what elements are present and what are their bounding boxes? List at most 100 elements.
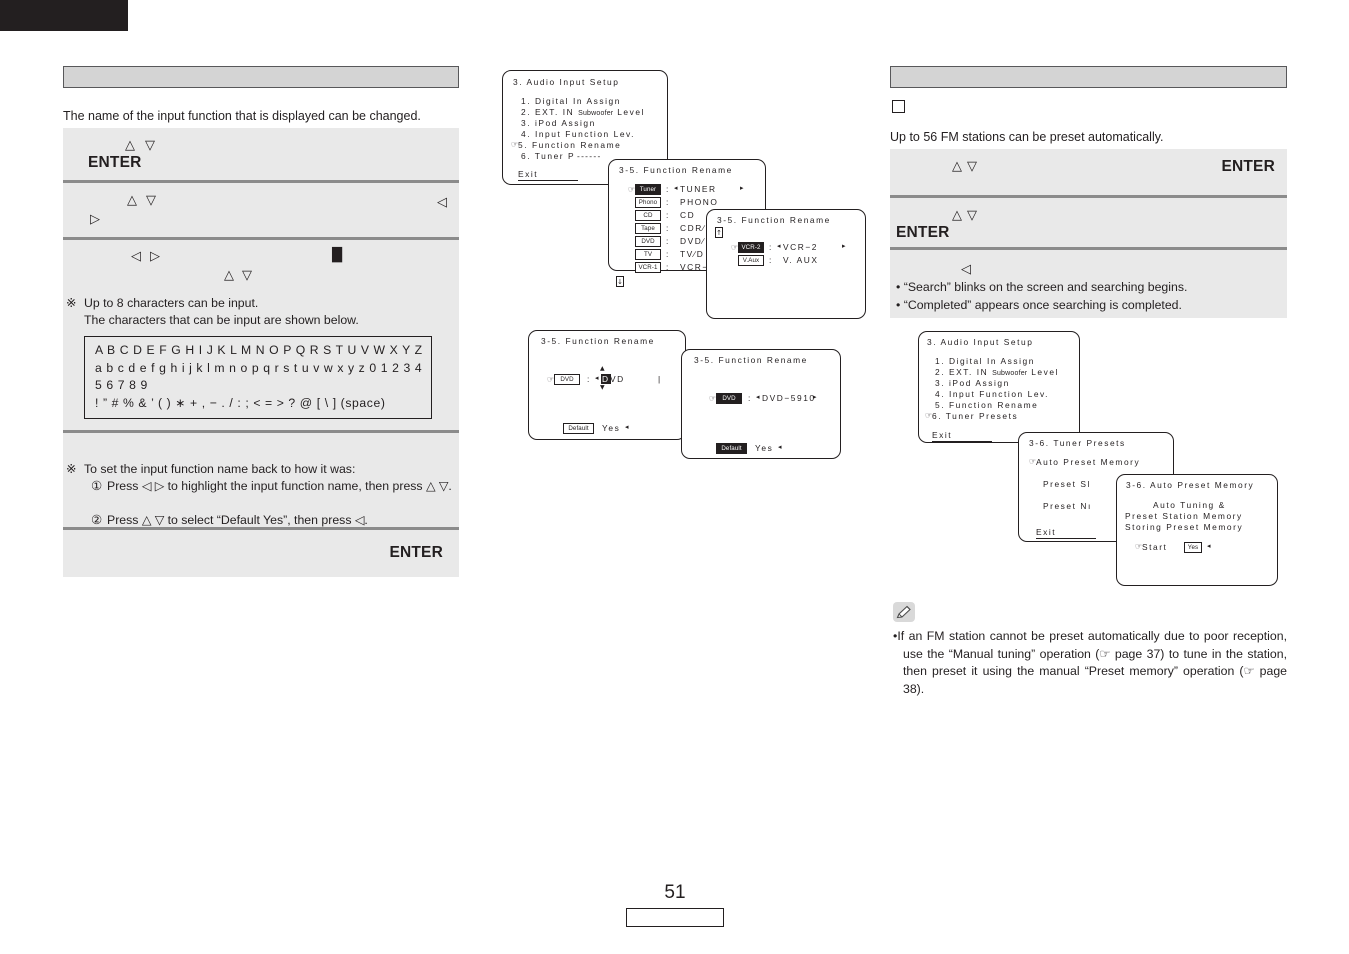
osd-menu-item: 3. iPod Assign [521, 118, 596, 128]
osd-row-value: DVD∕ [680, 236, 706, 246]
osd-default-tag: Default [716, 443, 747, 454]
enter-button-label: ENTER [1221, 158, 1275, 175]
search-bullet-1-text: “Search” blinks on the screen and search… [903, 280, 1188, 294]
note-item-1-number: ① [91, 479, 103, 493]
enter-button-label: ENTER [88, 154, 142, 171]
osd-menu-item-selected: Auto Preset Memory [1036, 457, 1141, 467]
osd-title: 3-5. Function Rename [619, 165, 733, 175]
note-mark: ※ [66, 462, 77, 476]
right-section-header [890, 66, 1287, 88]
page-number: 51 [664, 882, 686, 903]
note-max-chars-line2: The characters that can be input are sho… [84, 313, 359, 327]
page-edge-tab [0, 0, 128, 31]
bullet-marker: • [896, 280, 904, 294]
osd-menu-item: 2. EXT. IN Subwoofer Level [521, 107, 645, 117]
osd-row-separator: : [666, 197, 670, 207]
osd-row-separator: : [769, 242, 773, 252]
step-block-4: ※ To set the input function name back to… [63, 430, 459, 527]
character-set-table: A B C D E F G H I J K L M N O P Q R S T … [84, 336, 432, 419]
osd-up-caret-icon: ▲ [600, 365, 605, 372]
osd-menu-item: 1. Digital In Assign [935, 356, 1035, 366]
osd-auto-preset-memory: 3-6. Auto Preset Memory Auto Tuning & Pr… [1116, 474, 1278, 586]
osd-exit-label: Exit [1036, 527, 1096, 539]
up-arrow-icon: △ [125, 138, 135, 153]
scroll-down-icon: ↓ [616, 276, 624, 287]
char-row-uppercase: A B C D E F G H I J K L M N O P Q R S T … [95, 343, 423, 357]
right-intro-text: Up to 56 FM stations can be preset autom… [890, 130, 1164, 144]
osd-source-tag: Phono [635, 197, 661, 208]
up-arrow-icon: △ [952, 159, 962, 174]
osd-row-separator: : [666, 262, 670, 272]
bullet-marker: • [896, 298, 904, 312]
osd-start-arrow-icon: ◂ [1207, 542, 1211, 550]
osd-right-arrow-icon: ▸ [813, 393, 817, 401]
note-text: •If an FM station cannot be preset autom… [893, 628, 1287, 698]
osd-source-tag: V.Aux [738, 255, 764, 266]
left-arrow-icon: ◁ [437, 195, 447, 210]
scroll-up-icon: ↑ [715, 227, 723, 238]
osd-menu-item-text: 2. EXT. IN [935, 367, 993, 377]
left-arrow-icon: ◁ [961, 262, 971, 277]
down-arrow-icon: ▽ [146, 193, 156, 208]
step-block-5: ENTER [63, 527, 459, 577]
step-block-3: ◁ ▷ △ ▽ █ ※ Up to 8 characters can be in… [63, 237, 459, 430]
enter-button-label: ENTER [389, 544, 443, 561]
osd-function-rename-vcr: 3-5. Function Rename ↑ ☞ VCR-2 : ◂ VCR−2… [706, 209, 866, 319]
right-arrow-icon: ▷ [90, 212, 100, 227]
osd-menu-item-selected: 6. Tuner Presets [932, 411, 1019, 421]
osd-row-value: TV∕D [680, 249, 705, 259]
osd-left-arrow-icon: ◂ [756, 393, 760, 401]
osd-title: 3-5. Function Rename [717, 215, 831, 225]
manual-page: The name of the input function that is d… [0, 0, 1349, 954]
osd-default-arrow-icon: ◂ [625, 423, 629, 431]
osd-title: 3-6. Auto Preset Memory [1126, 480, 1255, 490]
osd-menu-item: Preset Nı [1043, 501, 1092, 511]
osd-title: 3-6. Tuner Presets [1029, 438, 1126, 448]
osd-function-rename-edit: 3-5. Function Rename ☞ DVD : ◂ D VD ▲ ▼ … [528, 330, 686, 440]
search-bullet-2-text: “Completed” appears once searching is co… [903, 298, 1182, 312]
osd-menu-item-selected: 5. Function Rename [518, 140, 622, 150]
osd-menu-item-text2: Level [1027, 367, 1059, 377]
osd-menu-item: 4. Input Function Lev. [935, 389, 1050, 399]
osd-body-line-2: Preset Station Memory [1125, 511, 1243, 521]
osd-title: 3-5. Function Rename [541, 336, 655, 346]
down-arrow-icon: ▽ [967, 159, 977, 174]
osd-source-tag: VCR-1 [635, 262, 661, 273]
osd-right-arrow-icon: ▸ [842, 242, 846, 250]
osd-down-caret-icon: ▼ [600, 384, 605, 391]
osd-row-separator: : [666, 223, 670, 233]
osd-row-separator: : [666, 249, 670, 259]
step-block-1: △ ▽ ENTER [63, 128, 459, 180]
search-bullet-1: • “Search” blinks on the screen and sear… [896, 279, 1281, 297]
enter-button-label: ENTER [896, 224, 950, 241]
osd-body-line-1: Auto Tuning & [1153, 500, 1226, 510]
osd-edit-rest-chars: VD [610, 374, 625, 384]
osd-row-separator: : [666, 184, 670, 194]
osd-start-label: Start [1142, 542, 1168, 552]
osd-source-tag: TV [635, 249, 661, 260]
osd-row-value: VCR− [680, 262, 709, 272]
char-row-lowercase: a b c d e f g h i j k l m n o p q r s t … [95, 360, 423, 375]
osd-default-arrow-icon: ◂ [778, 443, 782, 451]
osd-default-tag: Default [563, 423, 594, 434]
step-block-r2: △ ▽ ENTER [890, 195, 1287, 247]
osd-exit-label: Exit [518, 169, 578, 181]
char-row-digits: 5 6 7 8 9 [95, 378, 148, 392]
osd-source-tag: DVD [554, 374, 580, 385]
osd-menu-item: Preset Sl [1043, 479, 1091, 489]
step-block-r3: ◁ • “Search” blinks on the screen and se… [890, 247, 1287, 318]
down-arrow-icon: ▽ [145, 138, 155, 153]
osd-row-value: CDR∕ [680, 223, 706, 233]
note-default-intro: To set the input function name back to h… [84, 462, 356, 476]
osd-row-separator: : [748, 393, 752, 403]
checkbox-icon [892, 100, 905, 113]
osd-start-value: Yes [1184, 542, 1202, 553]
note-item-1-text: Press ◁ ▷ to highlight the input functio… [107, 479, 452, 493]
note-mark: ※ [66, 296, 77, 310]
osd-menu-item-small: Subwoofer [578, 110, 614, 117]
down-arrow-icon: ▽ [242, 268, 252, 283]
osd-source-tag: CD [635, 210, 661, 221]
osd-edit-caret-bar: | [658, 374, 662, 384]
osd-menu-item: 3. iPod Assign [935, 378, 1010, 388]
osd-row-separator: : [666, 236, 670, 246]
